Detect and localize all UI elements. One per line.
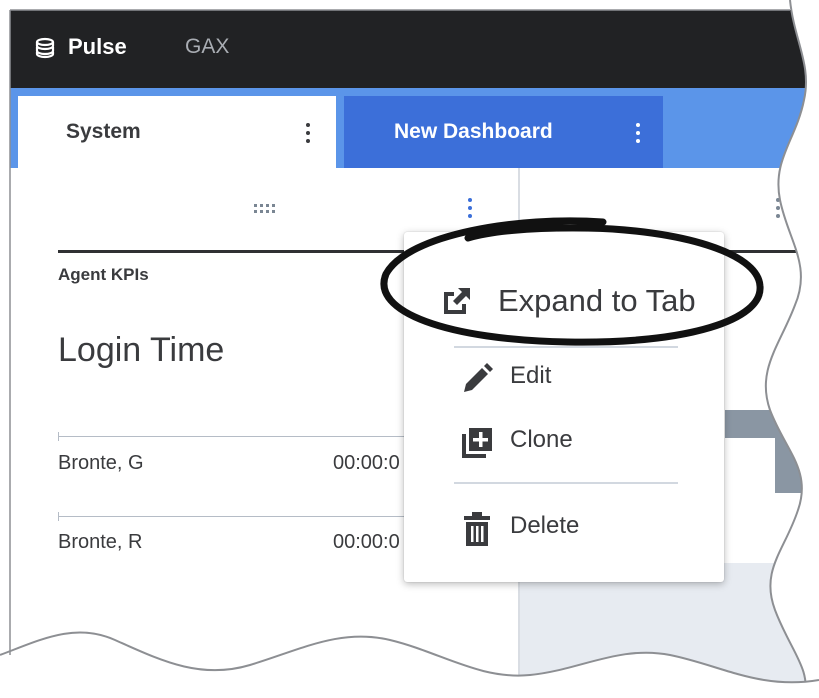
app-name[interactable]: Pulse [68,34,127,60]
dashboard-tab-strip: System New Dashboard [10,88,819,168]
row-login-time: 00:00:0 [333,452,400,474]
menu-item-edit-label: Edit [510,362,552,389]
row-bar [58,436,410,437]
menu-item-expand-to-tab[interactable]: Expand to Tab [404,270,724,332]
pencil-icon [464,363,493,392]
tab-new-dashboard[interactable]: New Dashboard [344,96,663,168]
tab-new-dashboard-label: New Dashboard [394,120,553,143]
panel-more-icon[interactable] [770,196,786,222]
menu-item-expand-to-tab-label: Expand to Tab [498,283,696,318]
tab-new-dashboard-more-icon[interactable] [628,120,648,146]
drag-handle-icon[interactable] [254,202,276,216]
menu-item-delete-label: Delete [510,512,580,539]
row-login-time: 00:00:0 [333,531,400,553]
tab-system[interactable]: System [18,96,336,168]
add-widget-plus-icon[interactable] [725,348,819,493]
panel-footer-area [520,563,819,698]
app-header: Pulse GAX [10,10,819,88]
open-in-new-tab-icon [444,288,470,314]
trash-icon [464,512,490,546]
menu-item-edit[interactable]: Edit [404,348,724,404]
widget-more-icon[interactable] [462,196,478,222]
nav-item-gax[interactable]: GAX [185,35,229,59]
row-agent-name: Bronte, R [58,531,143,553]
row-bar-tick [58,512,59,521]
widget-category: Agent KPIs [58,265,149,284]
tab-system-label: System [66,120,141,143]
database-stack-icon [35,37,55,59]
widget-context-menu: Expand to Tab Edit Clone Delete [404,232,724,582]
menu-divider [454,482,678,484]
row-bar [58,516,410,517]
row-agent-name: Bronte, G [58,452,144,474]
menu-item-clone-label: Clone [510,426,573,453]
menu-item-delete[interactable]: Delete [404,498,724,554]
menu-item-clone[interactable]: Clone [404,412,724,468]
screenshot-frame: Pulse GAX System New Dashboard Agent KPI… [0,0,819,698]
tab-system-more-icon[interactable] [298,120,318,146]
widget-title: Login Time [58,331,225,369]
add-copy-icon [462,428,492,458]
row-bar-tick [58,432,59,441]
